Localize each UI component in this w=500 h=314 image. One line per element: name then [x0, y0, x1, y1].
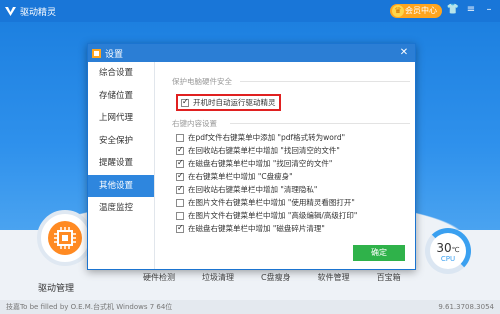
vip-center-label: 会员中心 — [405, 6, 437, 15]
feature-toolbox[interactable]: 百宝箱 — [377, 272, 401, 283]
section-divider — [240, 81, 410, 82]
option-checkbox[interactable] — [176, 158, 184, 168]
option-clean-privacy[interactable]: 在回收站右键菜单栏中增加 "清理隐私" — [176, 184, 317, 195]
settings-dialog-icon — [92, 48, 101, 58]
settings-nav: 综合设置 存储位置 上网代理 安全保护 提醒设置 其他设置 温度监控 — [88, 62, 155, 269]
nav-other-settings[interactable]: 其他设置 — [88, 174, 154, 197]
settings-dialog: 设置 ✕ 综合设置 存储位置 上网代理 安全保护 提醒设置 其他设置 温度监控 … — [87, 43, 416, 270]
vip-crown-icon: ♛ — [392, 5, 404, 17]
autostart-highlight: 开机时自动运行驱动精灵 — [176, 94, 281, 111]
driver-chip-icon — [48, 221, 82, 255]
dialog-title: 设置 — [105, 49, 124, 60]
section-divider — [230, 123, 410, 124]
feature-junk-clean[interactable]: 垃圾清理 — [202, 272, 234, 283]
autostart-label: 开机时自动运行驱动精灵 — [193, 98, 276, 107]
version-number: 9.61.3708.3054 — [438, 303, 494, 311]
nav-general-settings[interactable]: 综合设置 — [88, 62, 154, 85]
option-image-edit[interactable]: 在图片文件右键菜单栏中增加 "高级编辑/高级打印" — [176, 210, 357, 221]
option-autostart[interactable]: 开机时自动运行驱动精灵 — [176, 94, 281, 111]
main-titlebar: 驱动精灵 ♛ 会员中心 👕 ≡ – — [0, 0, 500, 22]
option-checkbox[interactable] — [176, 133, 184, 142]
option-checkbox[interactable] — [176, 223, 184, 233]
menu-icon[interactable]: ≡ — [464, 3, 478, 17]
autostart-checkbox[interactable] — [181, 97, 189, 107]
option-label: 在磁盘右键菜单栏中增加 "找回清空的文件" — [188, 159, 333, 168]
nav-security[interactable]: 安全保护 — [88, 130, 154, 153]
option-image-viewer[interactable]: 在图片文件右键菜单栏中增加 "使用精灵看图打开" — [176, 197, 355, 208]
option-label: 在回收站右键菜单栏中增加 "找回清空的文件" — [188, 146, 340, 155]
option-label: 在右键菜单栏中增加 "C盘瘦身" — [188, 172, 293, 181]
option-label: 在pdf文件右键菜单中添加 "pdf格式转为word" — [188, 133, 346, 142]
option-defrag[interactable]: 在磁盘右键菜单栏中增加 "磁盘碎片清理" — [176, 223, 325, 234]
feature-software-manager[interactable]: 软件管理 — [318, 272, 350, 283]
close-icon[interactable]: ✕ — [397, 46, 411, 60]
driver-management-button[interactable] — [37, 210, 93, 266]
option-label: 在图片文件右键菜单栏中增加 "使用精灵看图打开" — [188, 198, 355, 207]
app-title: 驱动精灵 — [20, 7, 57, 18]
status-bar: 技嘉To be filled by O.E.M.台式机 Windows 7 64… — [0, 300, 500, 314]
option-c-slim[interactable]: 在右键菜单栏中增加 "C盘瘦身" — [176, 171, 293, 182]
option-label: 在图片文件右键菜单栏中增加 "高级编辑/高级打印" — [188, 211, 358, 220]
section-menu-title: 右键内容设置 — [172, 119, 217, 128]
option-label: 在磁盘右键菜单栏中增加 "磁盘碎片清理" — [188, 224, 325, 233]
minimize-icon[interactable]: – — [482, 3, 496, 17]
nav-storage-location[interactable]: 存储位置 — [88, 85, 154, 108]
feature-c-slim[interactable]: C盘瘦身 — [261, 272, 291, 283]
nav-temperature[interactable]: 温度监控 — [88, 197, 154, 220]
ok-button[interactable]: 确定 — [353, 245, 405, 261]
settings-content: 保护电脑硬件安全 开机时自动运行驱动精灵 右键内容设置 在pdf文件右键菜单中添… — [168, 62, 415, 269]
section-boot-title: 保护电脑硬件安全 — [172, 77, 232, 86]
driver-management-label: 驱动管理 — [38, 284, 75, 294]
option-checkbox[interactable] — [176, 184, 184, 194]
vip-center-button[interactable]: ♛ 会员中心 — [390, 4, 442, 18]
feature-hardware-check[interactable]: 硬件检测 — [143, 272, 175, 283]
option-disk-recover[interactable]: 在磁盘右键菜单栏中增加 "找回清空的文件" — [176, 158, 332, 169]
option-checkbox[interactable] — [176, 145, 184, 155]
nav-reminder[interactable]: 提醒设置 — [88, 152, 154, 175]
feature-list: 硬件检测 垃圾清理 C盘瘦身 软件管理 百宝箱 — [143, 272, 401, 283]
option-label: 在回收站右键菜单栏中增加 "清理隐私" — [188, 185, 318, 194]
cpu-label: CPU — [440, 255, 456, 263]
option-checkbox[interactable] — [176, 171, 184, 181]
cpu-temperature-gauge[interactable]: 30℃ CPU — [425, 228, 471, 274]
option-pdf-to-word[interactable]: 在pdf文件右键菜单中添加 "pdf格式转为word" — [176, 132, 345, 143]
cpu-temp-value: 30℃ — [436, 241, 460, 255]
option-checkbox[interactable] — [176, 198, 184, 207]
app-logo-icon — [5, 6, 16, 16]
dialog-titlebar: 设置 — [88, 44, 415, 62]
option-checkbox[interactable] — [176, 211, 184, 220]
nav-proxy[interactable]: 上网代理 — [88, 107, 154, 130]
system-info: 技嘉To be filled by O.E.M.台式机 Windows 7 64… — [6, 303, 173, 311]
skin-icon[interactable]: 👕 — [446, 3, 460, 17]
option-recycle-recover[interactable]: 在回收站右键菜单栏中增加 "找回清空的文件" — [176, 145, 340, 156]
